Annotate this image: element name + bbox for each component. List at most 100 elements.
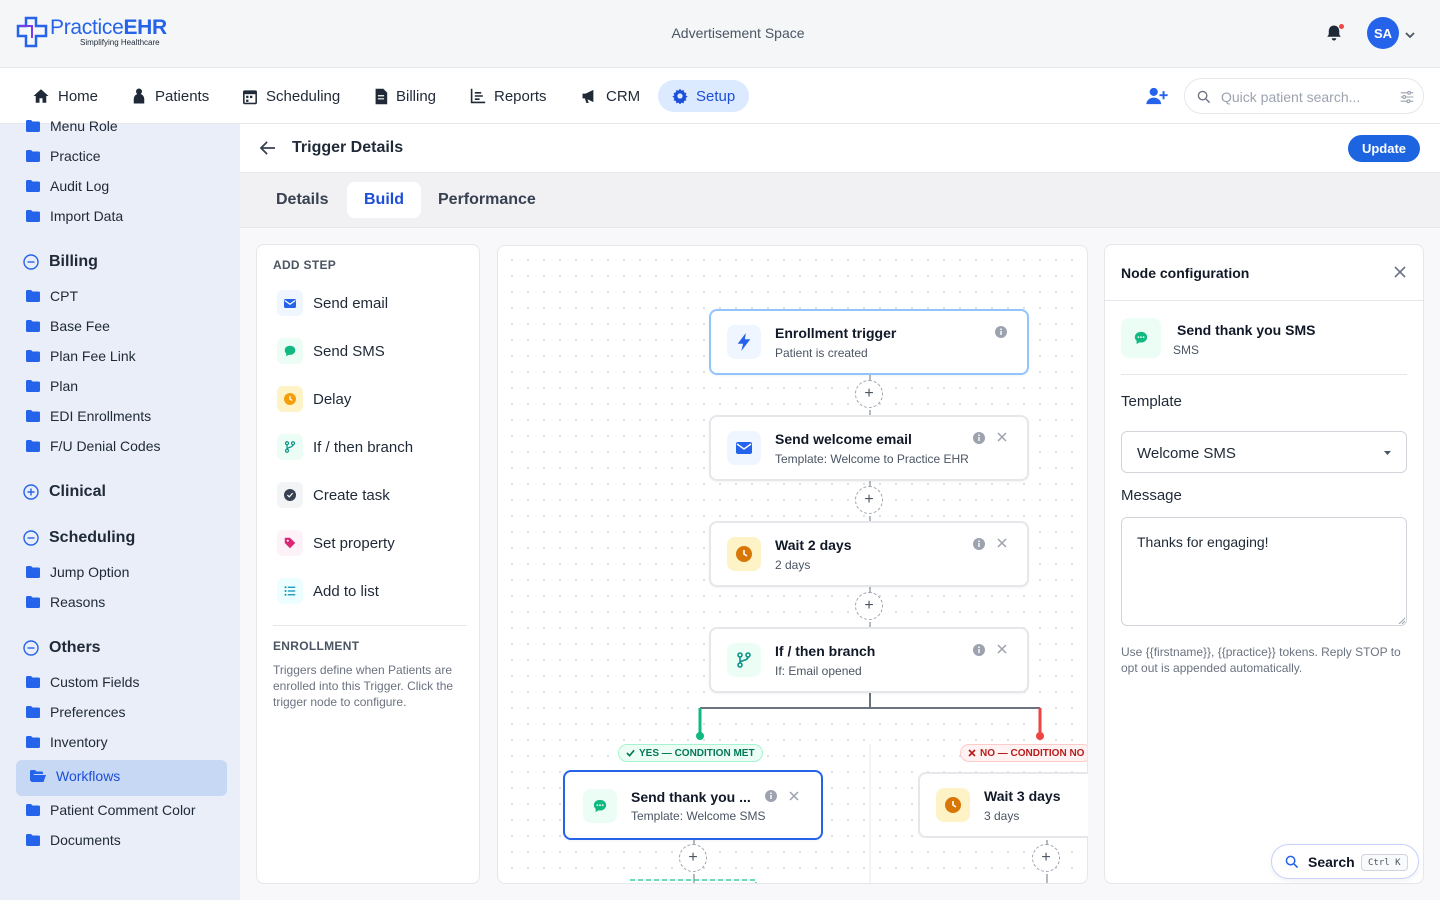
- close-icon[interactable]: [789, 791, 799, 801]
- sidebar-item[interactable]: Jump Option: [26, 564, 129, 580]
- add-step-item[interactable]: Send SMS: [277, 338, 385, 364]
- info-icon[interactable]: [973, 644, 985, 656]
- message-textarea[interactable]: Thanks for engaging!: [1121, 517, 1407, 626]
- sidebar-item[interactable]: Audit Log: [26, 178, 109, 194]
- node-wait-2-days[interactable]: Wait 2 days 2 days: [709, 521, 1029, 587]
- nav-reports[interactable]: Reports: [456, 80, 561, 112]
- sidebar-item[interactable]: Patient Comment Color: [26, 802, 196, 818]
- add-step-item[interactable]: Delay: [277, 386, 351, 412]
- close-icon[interactable]: [997, 432, 1007, 442]
- sidebar-item[interactable]: F/U Denial Codes: [26, 438, 161, 454]
- node-title: Wait 2 days: [775, 537, 852, 553]
- template-select[interactable]: Welcome SMS: [1121, 431, 1407, 473]
- nav-scheduling[interactable]: Scheduling: [228, 80, 354, 112]
- sidebar-item-label: Practice: [50, 148, 101, 164]
- sidebar-section-label: Scheduling: [49, 529, 136, 546]
- resize-handle-icon[interactable]: [1398, 617, 1405, 624]
- add-patient-icon[interactable]: [1146, 87, 1168, 105]
- node-send-thank-you-sms[interactable]: Send thank you ... Template: Welcome SMS: [563, 770, 823, 840]
- add-step-item[interactable]: Send email: [277, 290, 388, 316]
- nav-scheduling-label: Scheduling: [266, 87, 341, 105]
- chevron-down-icon[interactable]: [1404, 29, 1416, 41]
- nav-setup[interactable]: Setup: [658, 80, 750, 112]
- yes-branch-badge: YES — CONDITION MET: [618, 744, 763, 762]
- add-step-plus[interactable]: +: [855, 380, 883, 408]
- sidebar-section[interactable]: Clinical: [23, 483, 106, 501]
- sidebar-item[interactable]: Custom Fields: [26, 674, 139, 690]
- sidebar-item[interactable]: Workflows: [30, 768, 120, 784]
- sidebar-item[interactable]: EDI Enrollments: [26, 408, 151, 424]
- nav-billing[interactable]: Billing: [360, 80, 450, 112]
- sidebar-item[interactable]: Import Data: [26, 208, 123, 224]
- sidebar-item[interactable]: Documents: [26, 832, 121, 848]
- add-step-plus[interactable]: +: [855, 592, 883, 620]
- close-icon[interactable]: [997, 538, 1007, 548]
- node-send-welcome-email[interactable]: Send welcome email Template: Welcome to …: [709, 415, 1029, 481]
- clock-icon: [936, 788, 970, 822]
- sidebar-item[interactable]: Practice: [26, 148, 101, 164]
- tab-performance[interactable]: Performance: [421, 182, 553, 218]
- list-icon: [277, 578, 303, 604]
- config-node-type: SMS: [1173, 343, 1200, 357]
- update-button[interactable]: Update: [1348, 135, 1420, 162]
- nav-patients[interactable]: Patients: [117, 80, 223, 112]
- expand-circle-icon: [23, 484, 39, 500]
- node-wait-3-days-clip: Wait 3 days 3 days: [918, 772, 1088, 838]
- folder-icon: [26, 150, 40, 162]
- sidebar-item[interactable]: Base Fee: [26, 318, 110, 334]
- sidebar-section[interactable]: Billing: [23, 253, 98, 271]
- add-step-item[interactable]: Add to list: [277, 578, 379, 604]
- calendar-icon: [243, 89, 257, 104]
- add-step-plus[interactable]: +: [679, 844, 707, 872]
- info-icon[interactable]: [973, 432, 985, 444]
- quick-patient-search[interactable]: Quick patient search...: [1184, 78, 1424, 114]
- node-wait-3-days[interactable]: Wait 3 days 3 days: [918, 772, 1088, 838]
- x-icon: [968, 749, 976, 757]
- tab-details[interactable]: Details: [259, 182, 345, 218]
- message-help-text: Use {{firstname}}, {{practice}} tokens. …: [1121, 645, 1401, 675]
- back-arrow-icon[interactable]: [260, 141, 276, 155]
- no-badge-clip: NO — CONDITION NO: [960, 744, 1087, 762]
- node-if-then-branch[interactable]: If / then branch If: Email opened: [709, 627, 1029, 693]
- clock-icon: [727, 537, 761, 571]
- sidebar-item[interactable]: Inventory: [26, 734, 108, 750]
- add-step-plus[interactable]: +: [1032, 844, 1060, 872]
- sidebar-item[interactable]: Preferences: [26, 704, 125, 720]
- sidebar-section[interactable]: Others: [23, 639, 101, 657]
- sidebar-item[interactable]: CPT: [26, 288, 78, 304]
- close-icon[interactable]: [1394, 266, 1406, 278]
- node-subtitle: Template: Welcome SMS: [631, 809, 766, 823]
- node-title: Send thank you ...: [631, 789, 751, 805]
- add-step-item[interactable]: If / then branch: [277, 434, 413, 460]
- sidebar-item[interactable]: Plan Fee Link: [26, 348, 136, 364]
- add-step-label: Add to list: [313, 582, 379, 600]
- add-step-label: Send email: [313, 294, 389, 312]
- sidebar-item[interactable]: Menu Role: [26, 118, 118, 134]
- info-icon[interactable]: [973, 538, 985, 550]
- add-step-item[interactable]: Set property: [277, 530, 395, 556]
- sidebar-item[interactable]: Reasons: [26, 594, 105, 610]
- nav-home[interactable]: Home: [18, 80, 112, 112]
- no-branch-badge: NO — CONDITION NO: [960, 744, 1087, 762]
- user-avatar[interactable]: SA: [1367, 17, 1399, 49]
- sms-chat-icon: [1121, 318, 1161, 358]
- info-icon[interactable]: [765, 790, 777, 802]
- nav-crm[interactable]: CRM: [567, 80, 654, 112]
- close-icon[interactable]: [997, 644, 1007, 654]
- global-search-button[interactable]: Search Ctrl K: [1271, 844, 1419, 879]
- filter-sliders-icon[interactable]: [1400, 90, 1414, 104]
- sidebar-section[interactable]: Scheduling: [23, 529, 135, 547]
- gear-icon: [672, 88, 688, 104]
- add-step-label: Delay: [313, 390, 352, 408]
- node-enrollment-trigger[interactable]: Enrollment trigger Patient is created: [709, 309, 1029, 375]
- sidebar-item-label: Base Fee: [50, 318, 110, 334]
- add-step-plus[interactable]: +: [855, 486, 883, 514]
- sidebar-item-label: Custom Fields: [50, 674, 140, 690]
- sidebar-item-label: Inventory: [50, 734, 108, 750]
- tab-build[interactable]: Build: [347, 182, 421, 218]
- sidebar-section-label: Billing: [49, 253, 98, 270]
- sidebar-item[interactable]: Plan: [26, 378, 78, 394]
- add-step-item[interactable]: Create task: [277, 482, 390, 508]
- info-icon[interactable]: [995, 326, 1007, 338]
- folder-icon: [26, 804, 40, 816]
